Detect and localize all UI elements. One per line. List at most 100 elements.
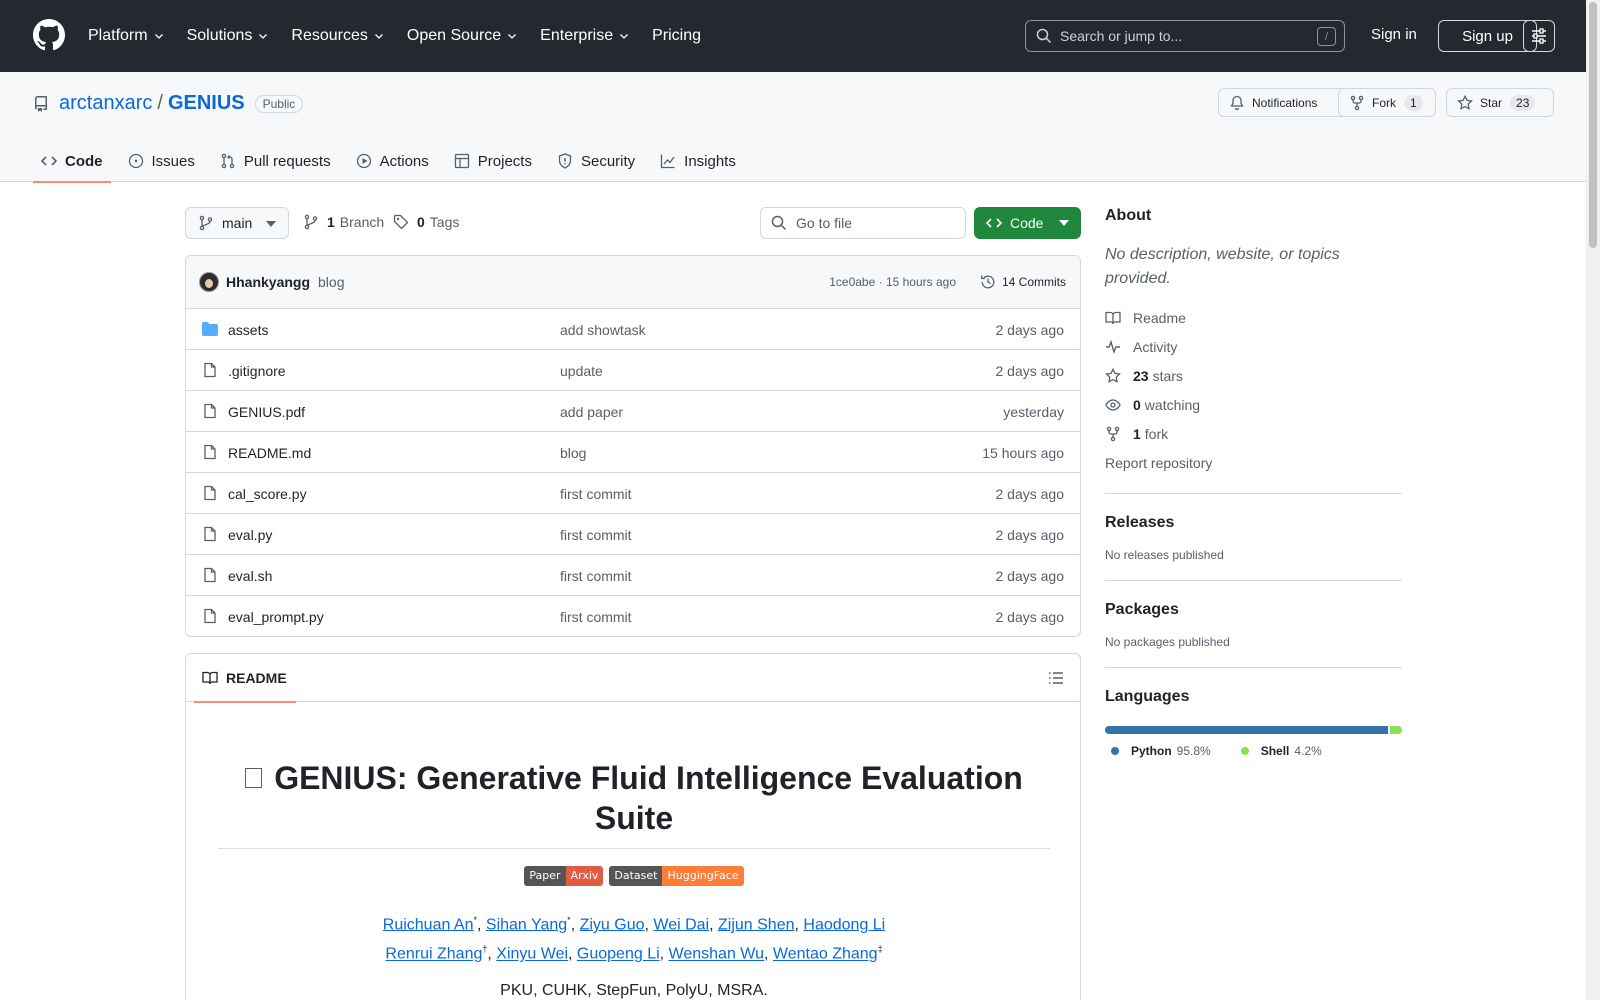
list-icon[interactable] <box>1048 670 1064 686</box>
nav-item-enterprise[interactable]: Enterprise <box>540 27 630 45</box>
author-link[interactable]: Haodong Li <box>803 916 885 933</box>
file-name-link[interactable]: eval.sh <box>228 568 272 584</box>
repo-owner-link[interactable]: arctanxarc <box>59 92 152 115</box>
star-icon <box>1105 367 1121 383</box>
file-commit-message-link[interactable]: first commit <box>560 527 632 543</box>
badge-dataset[interactable]: Dataset HuggingFace <box>609 866 744 886</box>
stars-link[interactable]: 23 stars <box>1105 361 1402 390</box>
readme-content: GENIUS: Generative Fluid Intelligence Ev… <box>218 702 1050 1000</box>
commit-author-link[interactable]: Hhankyangg <box>226 274 310 290</box>
nav-item-platform[interactable]: Platform <box>88 27 165 45</box>
star-button[interactable]: Star 23 <box>1446 88 1554 117</box>
tab-issues[interactable]: Issues <box>120 140 203 182</box>
repo-name-link[interactable]: GENIUS <box>168 92 245 115</box>
readme-tab[interactable]: README <box>194 654 296 703</box>
sign-in-link[interactable]: Sign in <box>1371 26 1417 43</box>
author-link[interactable]: Guopeng Li <box>577 946 660 963</box>
stars-count: 23 <box>1133 367 1149 384</box>
author-link[interactable]: Zijun Shen <box>718 916 795 933</box>
table-row: assets add showtask 2 days ago <box>186 309 1080 350</box>
file-commit-date: 2 days ago <box>995 363 1065 379</box>
readme-link[interactable]: Readme <box>1105 303 1402 332</box>
language-bar <box>1105 726 1402 734</box>
author-link[interactable]: Ruichuan An <box>383 916 474 933</box>
scrollbar-thumb[interactable] <box>1589 2 1597 248</box>
menu-button[interactable] <box>1523 20 1555 52</box>
commit-hash-time[interactable]: 1ce0abe · 15 hours ago <box>829 275 956 289</box>
file-icon <box>202 526 218 542</box>
file-commit-message-link[interactable]: update <box>560 363 603 379</box>
branch-name: main <box>222 215 253 231</box>
page-scrollbar[interactable] <box>1586 0 1600 1000</box>
file-commit-date: 2 days ago <box>995 568 1065 584</box>
tab-projects[interactable]: Projects <box>446 140 540 182</box>
tab-insights[interactable]: Insights <box>652 140 744 182</box>
notifications-button[interactable]: Notifications <box>1218 88 1348 117</box>
packages-title[interactable]: Packages <box>1105 601 1402 619</box>
branch-count: 1 <box>327 214 335 230</box>
forks-link[interactable]: 1 fork <box>1105 419 1402 448</box>
file-name-link[interactable]: README.md <box>228 445 311 461</box>
nav-item-resources[interactable]: Resources <box>291 27 384 45</box>
file-name-link[interactable]: eval_prompt.py <box>228 609 324 625</box>
activity-link[interactable]: Activity <box>1105 332 1402 361</box>
file-commit-message-link[interactable]: first commit <box>560 486 632 502</box>
commit-message-link[interactable]: blog <box>318 274 344 290</box>
author-link[interactable]: Xinyu Wei <box>496 946 568 963</box>
commits-history-link[interactable]: 14 Commits <box>980 274 1066 290</box>
nav-item-pricing[interactable]: Pricing <box>652 27 701 45</box>
tags-link[interactable]: 0 Tags <box>393 214 459 230</box>
fork-button[interactable]: Fork 1 <box>1338 88 1436 117</box>
author-link[interactable]: Ziyu Guo <box>580 916 645 933</box>
file-commit-message-link[interactable]: add showtask <box>560 322 646 338</box>
author-link[interactable]: Renrui Zhang <box>385 946 482 963</box>
releases-title[interactable]: Releases <box>1105 514 1402 532</box>
file-commit-message-link[interactable]: first commit <box>560 568 632 584</box>
nav-item-open-source[interactable]: Open Source <box>407 27 518 45</box>
go-to-file-input[interactable]: Go to file <box>760 207 966 239</box>
languages-section: Languages Python 95.8% Shell 4.2% <box>1105 667 1402 776</box>
branches-link[interactable]: 1 Branch <box>303 214 384 230</box>
file-name-link[interactable]: cal_score.py <box>228 486 307 502</box>
nav-item-label: Platform <box>88 27 148 44</box>
tab-actions[interactable]: Actions <box>348 140 437 182</box>
file-commit-message-link[interactable]: add paper <box>560 404 623 420</box>
file-name-link[interactable]: GENIUS.pdf <box>228 404 305 420</box>
language-item-shell[interactable]: Shell 4.2% <box>1240 744 1322 758</box>
language-item-python[interactable]: Python 95.8% <box>1111 744 1211 758</box>
nav-item-solutions[interactable]: Solutions <box>187 27 270 45</box>
file-commit-message-link[interactable]: first commit <box>560 609 632 625</box>
avatar[interactable] <box>199 272 219 292</box>
file-name-link[interactable]: assets <box>228 322 268 338</box>
search-input[interactable]: Search or jump to... / <box>1025 20 1345 52</box>
authors-line-2: Renrui Zhang†, Xinyu Wei, Guopeng Li, We… <box>385 944 883 963</box>
file-commit-date: 15 hours ago <box>982 445 1064 461</box>
search-icon <box>771 215 787 231</box>
code-icon <box>41 153 65 169</box>
anchor-link-icon[interactable] <box>245 767 263 788</box>
branch-selector[interactable]: main <box>185 207 289 239</box>
language-percent: 95.8% <box>1176 744 1211 758</box>
notifications-label: Notifications <box>1252 95 1318 110</box>
tab-code[interactable]: Code <box>33 140 111 183</box>
file-name-link[interactable]: .gitignore <box>228 363 286 379</box>
file-commit-message-link[interactable]: blog <box>560 445 586 461</box>
github-logo-icon[interactable] <box>33 19 65 51</box>
issue-icon <box>128 153 152 169</box>
tab-security[interactable]: Security <box>549 140 643 182</box>
code-dropdown-button[interactable]: Code <box>974 207 1081 239</box>
table-row: .gitignore update 2 days ago <box>186 350 1080 391</box>
badge-paper[interactable]: Paper Arxiv <box>524 866 604 886</box>
caret-down-icon <box>266 221 276 227</box>
file-name-link[interactable]: eval.py <box>228 527 272 543</box>
tab-pull-requests[interactable]: Pull requests <box>212 140 339 182</box>
author-link[interactable]: Wei Dai <box>653 916 709 933</box>
watching-link[interactable]: 0 watching <box>1105 390 1402 419</box>
repo-icon <box>34 95 47 112</box>
author-link[interactable]: Sihan Yang <box>486 916 567 933</box>
author-link[interactable]: Wentao Zhang <box>773 946 878 963</box>
search-shortcut-key: / <box>1317 27 1336 46</box>
report-repository-link[interactable]: Report repository <box>1105 448 1402 477</box>
tab-label: Pull requests <box>243 152 331 170</box>
author-link[interactable]: Wenshan Wu <box>669 946 764 963</box>
